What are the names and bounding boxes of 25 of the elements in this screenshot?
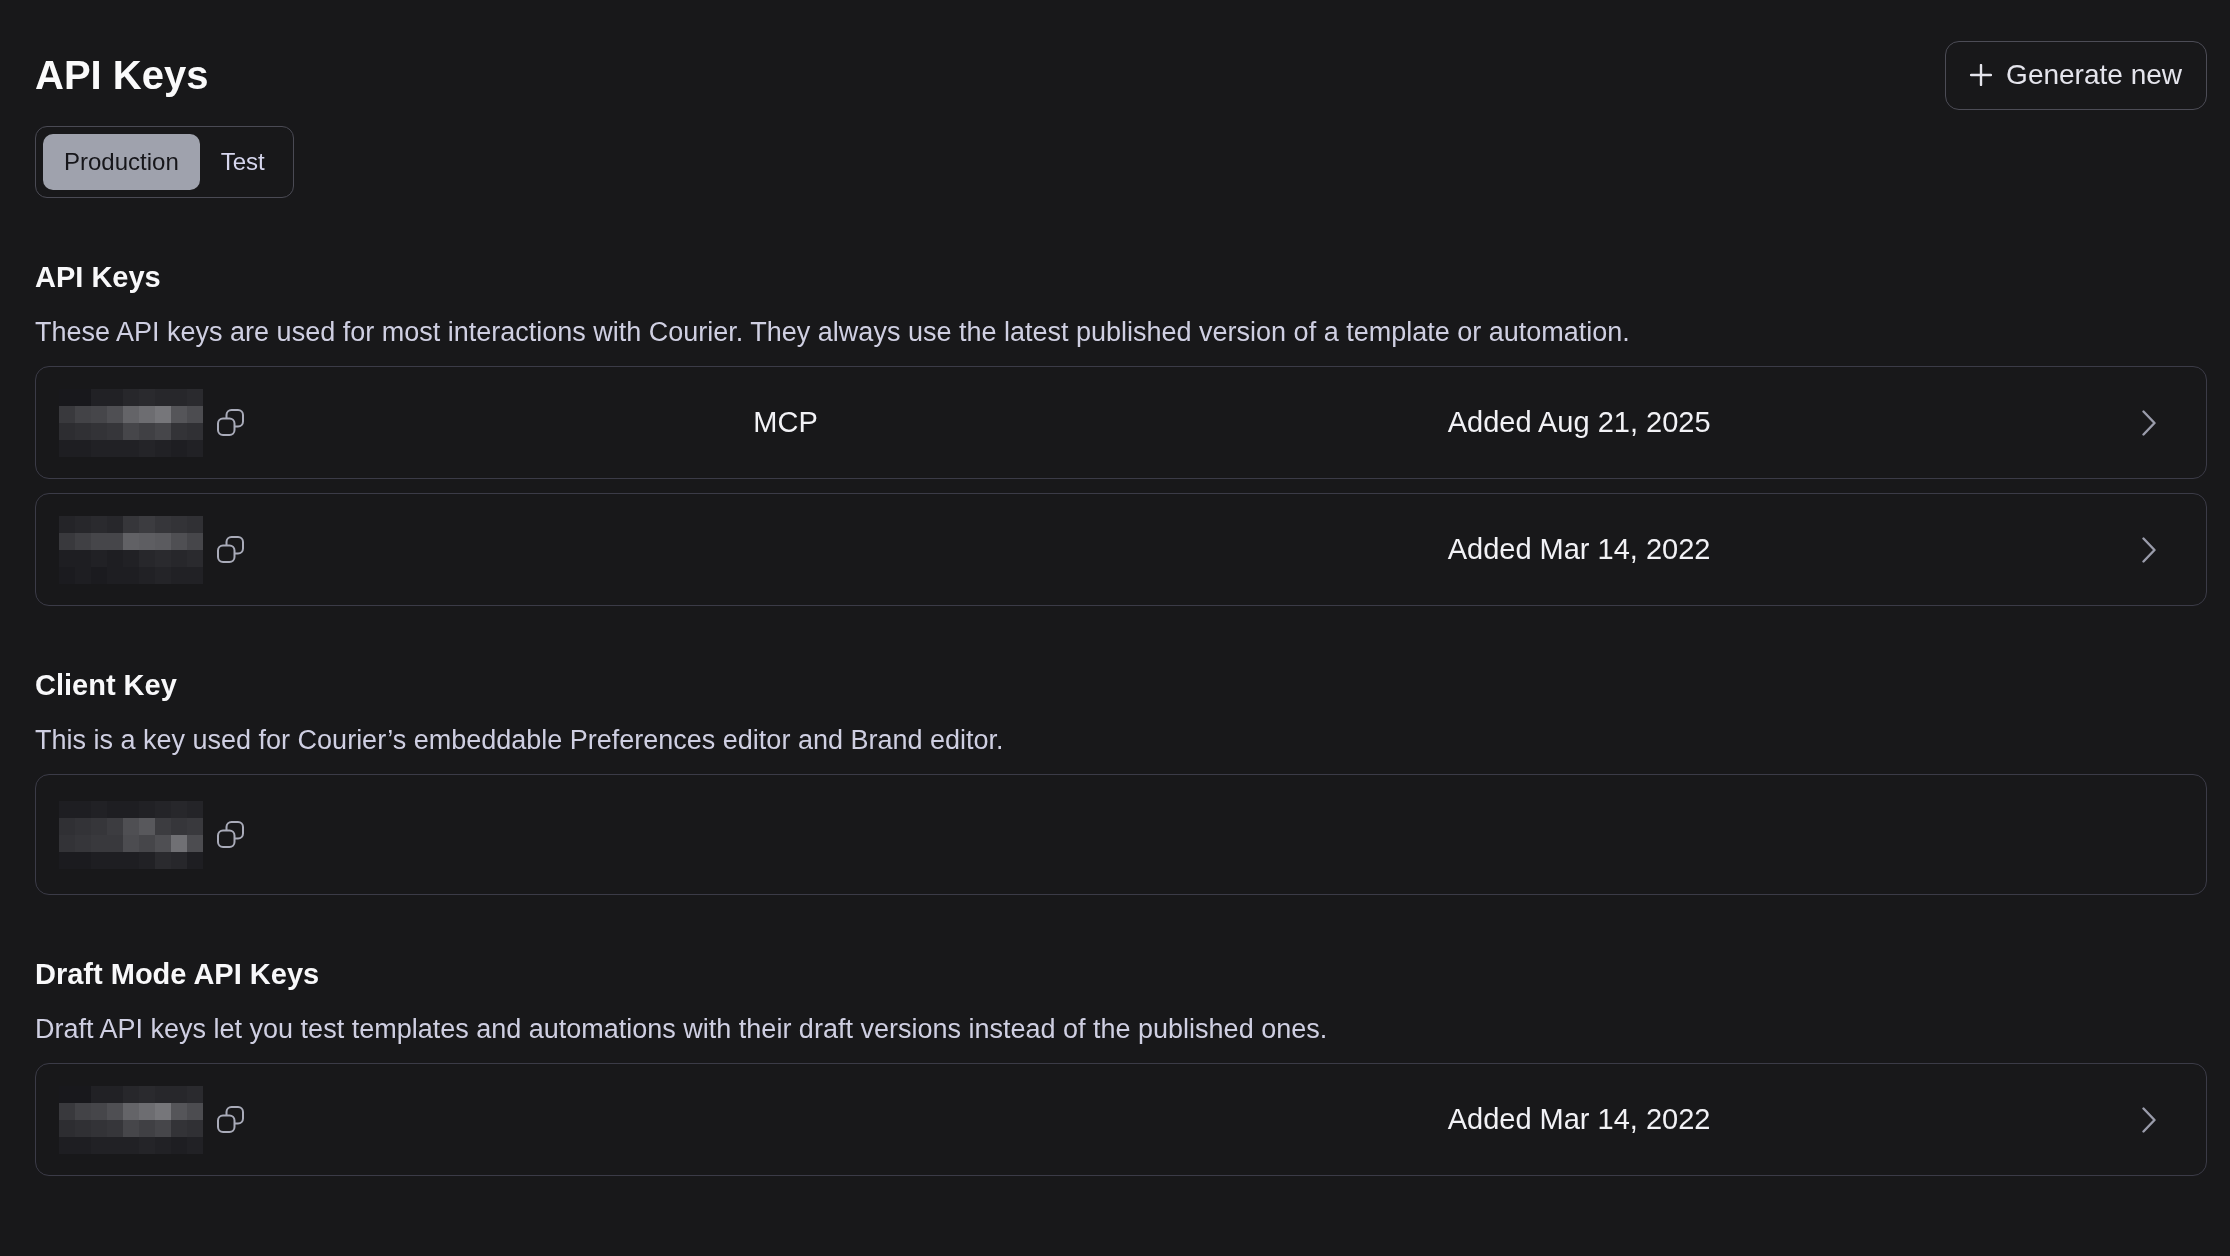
chevron-right-icon: [2142, 409, 2156, 436]
environment-tab[interactable]: Test: [199, 134, 286, 190]
key-name: MCP: [753, 406, 818, 438]
section-description: These API keys are used for most interactions with Courier. They always use the latest published version of a template or automation.: [35, 316, 1631, 349]
copy-icon[interactable]: [217, 821, 244, 848]
copy-icon[interactable]: [217, 409, 244, 436]
section-description: This is a key used for Courier’s embeddable Preferences editor and Brand editor.: [35, 724, 1005, 757]
key-row[interactable]: Added Mar 14, 2022: [35, 493, 2207, 606]
key-row[interactable]: Added Mar 14, 2022: [35, 1063, 2207, 1176]
environment-tab[interactable]: Production: [43, 134, 200, 190]
chevron-right-icon: [2142, 536, 2156, 563]
key-added-date: Added Mar 14, 2022: [1447, 533, 1711, 565]
key-added-date: Added Mar 14, 2022: [1447, 1103, 1711, 1135]
plus-icon: [1970, 64, 1993, 86]
section-heading: API Keys: [35, 260, 162, 295]
generate-new-button[interactable]: Generate new: [1945, 40, 2207, 110]
key-added-date: Added Aug 21, 2025: [1447, 406, 1711, 438]
copy-icon[interactable]: [217, 536, 244, 563]
page-title: API Keys: [35, 52, 209, 99]
key-row[interactable]: MCP Added Aug 21, 2025: [35, 366, 2207, 479]
section-description: Draft API keys let you test templates and automations with their draft versions instead of the published ones.: [35, 1013, 1329, 1046]
chevron-right-icon: [2142, 1106, 2156, 1133]
copy-icon[interactable]: [217, 1106, 244, 1133]
section-heading: Client Key: [35, 668, 178, 703]
section-heading: Draft Mode API Keys: [35, 957, 321, 992]
